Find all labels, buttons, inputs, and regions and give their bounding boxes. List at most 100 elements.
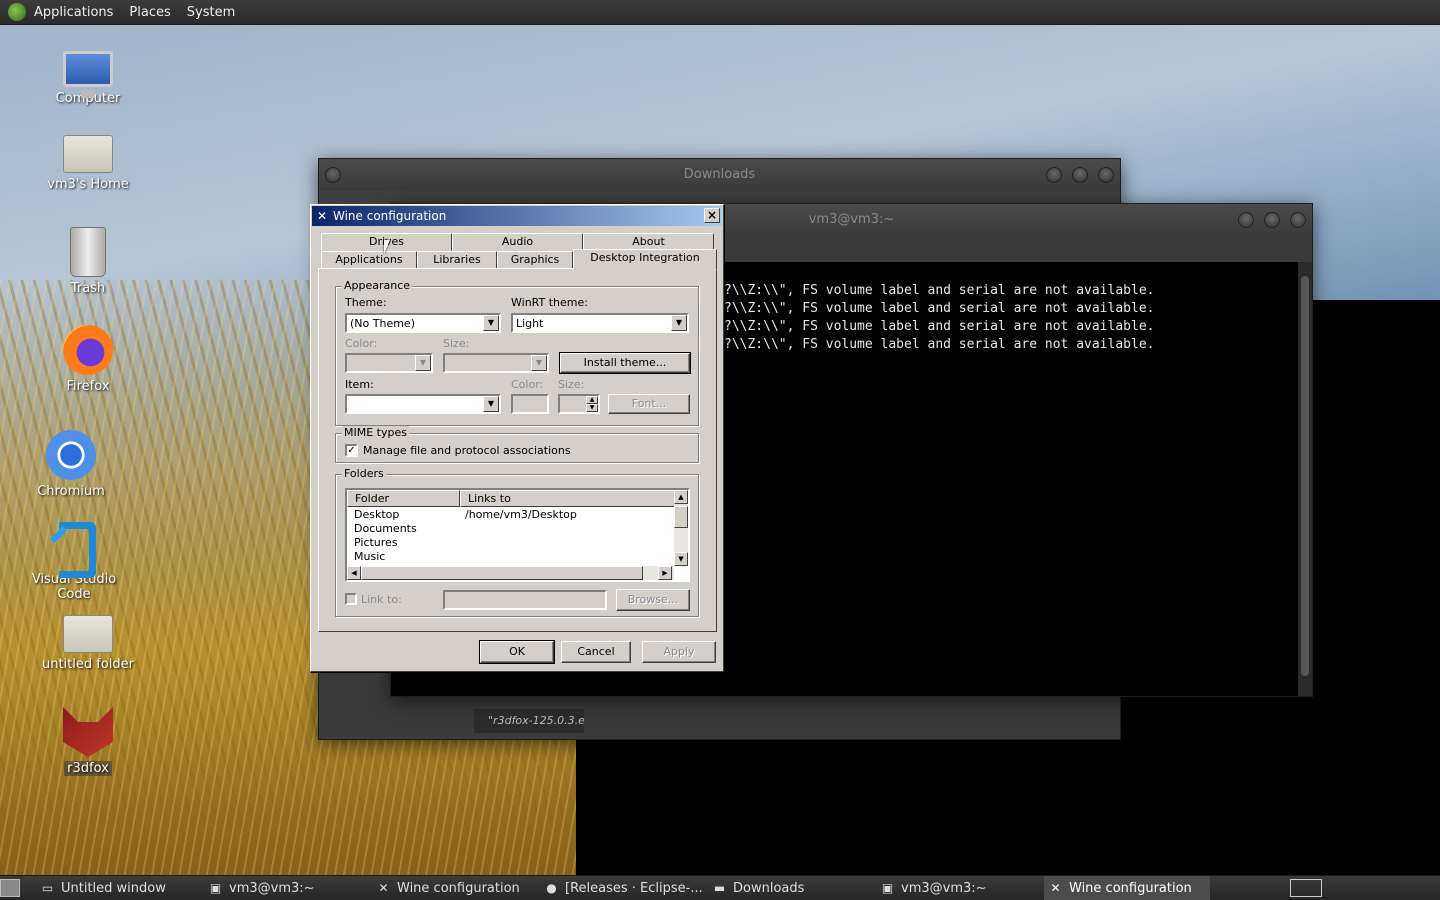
- size-label: Size:: [443, 337, 470, 350]
- link-to-input[interactable]: [443, 590, 607, 610]
- list-item[interactable]: Documents: [347, 522, 675, 536]
- terminal-line: ?\\Z:\\", FS volume label and serial are…: [724, 283, 1155, 298]
- menu-applications[interactable]: Applications: [26, 0, 121, 25]
- terminal-scrollbar[interactable]: [1298, 262, 1312, 696]
- install-theme-button[interactable]: Install theme...: [559, 352, 691, 374]
- desktop-icon-vscode[interactable]: Visual Studio Code: [19, 518, 129, 602]
- desktop-icon-untitled-folder[interactable]: untitled folder: [33, 605, 143, 672]
- chevron-down-icon[interactable]: ▼: [483, 315, 499, 331]
- menu-places[interactable]: Places: [121, 0, 178, 25]
- tab-desktop-integration[interactable]: Desktop Integration: [573, 249, 717, 270]
- desktop-icon-r3dfox[interactable]: r3dfox: [33, 707, 143, 776]
- scroll-up-icon[interactable]: ▲: [674, 490, 688, 504]
- chevron-down-icon[interactable]: ▼: [483, 396, 499, 412]
- column-header-folder[interactable]: Folder: [347, 490, 460, 507]
- item-size-stepper[interactable]: ▲ ▼: [558, 394, 600, 414]
- browse-button[interactable]: Browse...: [616, 589, 690, 611]
- list-horizontal-scrollbar[interactable]: ◀ ▶: [347, 566, 674, 580]
- terminal-line: ?\\Z:\\", FS volume label and serial are…: [724, 301, 1155, 316]
- wine-config-dialog[interactable]: ✕ Wine configuration × Drives Audio Abou…: [310, 204, 724, 672]
- scroll-right-icon[interactable]: ▶: [658, 566, 672, 580]
- list-item[interactable]: Music: [347, 550, 675, 564]
- maximize-button[interactable]: [1072, 167, 1088, 183]
- chevron-down-icon[interactable]: ▼: [671, 315, 687, 331]
- maximize-button[interactable]: [1264, 212, 1280, 228]
- folder-icon: [63, 615, 113, 653]
- home-folder-icon: [63, 135, 113, 173]
- close-button[interactable]: [1290, 212, 1306, 228]
- desktop-icon-computer[interactable]: Computer: [33, 45, 143, 106]
- terminal-icon: ▣: [209, 881, 222, 895]
- window-icon: ▭: [41, 881, 54, 895]
- scroll-left-icon[interactable]: ◀: [347, 566, 361, 580]
- scrollbar-thumb[interactable]: [361, 566, 643, 580]
- ok-button[interactable]: OK: [479, 640, 555, 664]
- desktop-icon-trash[interactable]: Trash: [33, 227, 143, 296]
- chevron-up-icon[interactable]: ▲: [586, 396, 598, 404]
- cancel-button[interactable]: Cancel: [561, 641, 631, 663]
- list-item[interactable]: Desktop /home/vm3/Desktop: [347, 508, 675, 522]
- trash-icon: [70, 227, 106, 277]
- terminal-line: ?\\Z:\\", FS volume label and serial are…: [724, 319, 1155, 334]
- firefox-icon: [63, 325, 113, 375]
- taskbar-item[interactable]: ▬ Downloads: [708, 876, 872, 900]
- taskbar-item[interactable]: ▣ vm3@vm3:~: [876, 876, 1040, 900]
- item-select[interactable]: ▼: [345, 394, 501, 414]
- taskbar-item[interactable]: ● [Releases · Eclipse-...: [540, 876, 704, 900]
- font-button[interactable]: Font...: [608, 394, 690, 414]
- theme-select[interactable]: (No Theme) ▼: [345, 313, 501, 333]
- terminal-title: vm3@vm3:~: [808, 212, 895, 227]
- appearance-group-title: Appearance: [342, 279, 413, 292]
- tab-graphics[interactable]: Graphics: [497, 251, 573, 269]
- vscode-icon: [49, 518, 99, 578]
- folder-icon: ▬: [713, 881, 726, 895]
- downloads-titlebar[interactable]: Downloads: [319, 159, 1120, 191]
- list-vertical-scrollbar[interactable]: ▲ ▼: [674, 490, 688, 566]
- minimize-button[interactable]: [1046, 167, 1062, 183]
- window-menu-button[interactable]: [325, 167, 341, 183]
- taskbar-item[interactable]: ▣ vm3@vm3:~: [204, 876, 368, 900]
- list-item[interactable]: Pictures: [347, 536, 675, 550]
- item-color-swatch[interactable]: [511, 394, 549, 414]
- winrt-theme-select[interactable]: Light ▼: [511, 313, 689, 333]
- close-button[interactable]: [1098, 167, 1114, 183]
- chevron-down-icon[interactable]: ▼: [586, 404, 598, 412]
- wine-dialog-titlebar[interactable]: ✕ Wine configuration ×: [312, 206, 722, 226]
- firefox-icon: ●: [546, 881, 557, 895]
- theme-label: Theme:: [345, 296, 387, 309]
- scrollbar-thumb[interactable]: [674, 506, 688, 528]
- scrollbar-thumb[interactable]: [1301, 276, 1309, 676]
- column-header-links-to[interactable]: Links to: [460, 490, 675, 507]
- manage-associations-checkbox[interactable]: ✓: [345, 444, 358, 457]
- tab-audio[interactable]: Audio: [452, 233, 583, 251]
- chevron-down-icon[interactable]: ▼: [415, 355, 431, 371]
- computer-icon: [63, 51, 113, 98]
- scroll-down-icon[interactable]: ▼: [674, 552, 688, 566]
- taskbar: ▭ Untitled window ▣ vm3@vm3:~ ✕ Wine con…: [0, 875, 1440, 900]
- size-select[interactable]: ▼: [443, 353, 549, 373]
- wine-icon: ✕: [378, 881, 389, 895]
- tab-libraries[interactable]: Libraries: [417, 251, 497, 269]
- taskbar-item[interactable]: ▭ Untitled window: [36, 876, 200, 900]
- menu-system[interactable]: System: [179, 0, 243, 25]
- close-icon[interactable]: ×: [704, 208, 720, 223]
- show-desktop-icon[interactable]: [0, 879, 20, 897]
- desktop-icon-home[interactable]: vm3's Home: [33, 125, 143, 192]
- folders-list[interactable]: Folder Links to Desktop /home/vm3/Deskto…: [345, 488, 690, 582]
- chevron-down-icon[interactable]: ▼: [531, 355, 547, 371]
- distro-logo-icon[interactable]: [8, 3, 26, 21]
- item-label: Item:: [345, 378, 374, 391]
- color-select[interactable]: ▼: [345, 353, 433, 373]
- taskbar-item[interactable]: ✕ Wine configuration: [372, 876, 536, 900]
- apply-button[interactable]: Apply: [642, 641, 716, 663]
- desktop-icon-firefox[interactable]: Firefox: [33, 325, 143, 394]
- link-to-checkbox[interactable]: [345, 593, 357, 605]
- downloads-title: Downloads: [683, 167, 756, 182]
- workspace-switcher[interactable]: [1290, 879, 1322, 897]
- mime-group-title: MIME types: [342, 426, 409, 439]
- desktop-icon-chromium[interactable]: Chromium: [16, 430, 126, 499]
- taskbar-item-active[interactable]: ✕ Wine configuration: [1044, 876, 1210, 900]
- minimize-button[interactable]: [1238, 212, 1254, 228]
- wine-icon: ✕: [316, 209, 328, 223]
- tab-applications[interactable]: Applications: [321, 251, 417, 269]
